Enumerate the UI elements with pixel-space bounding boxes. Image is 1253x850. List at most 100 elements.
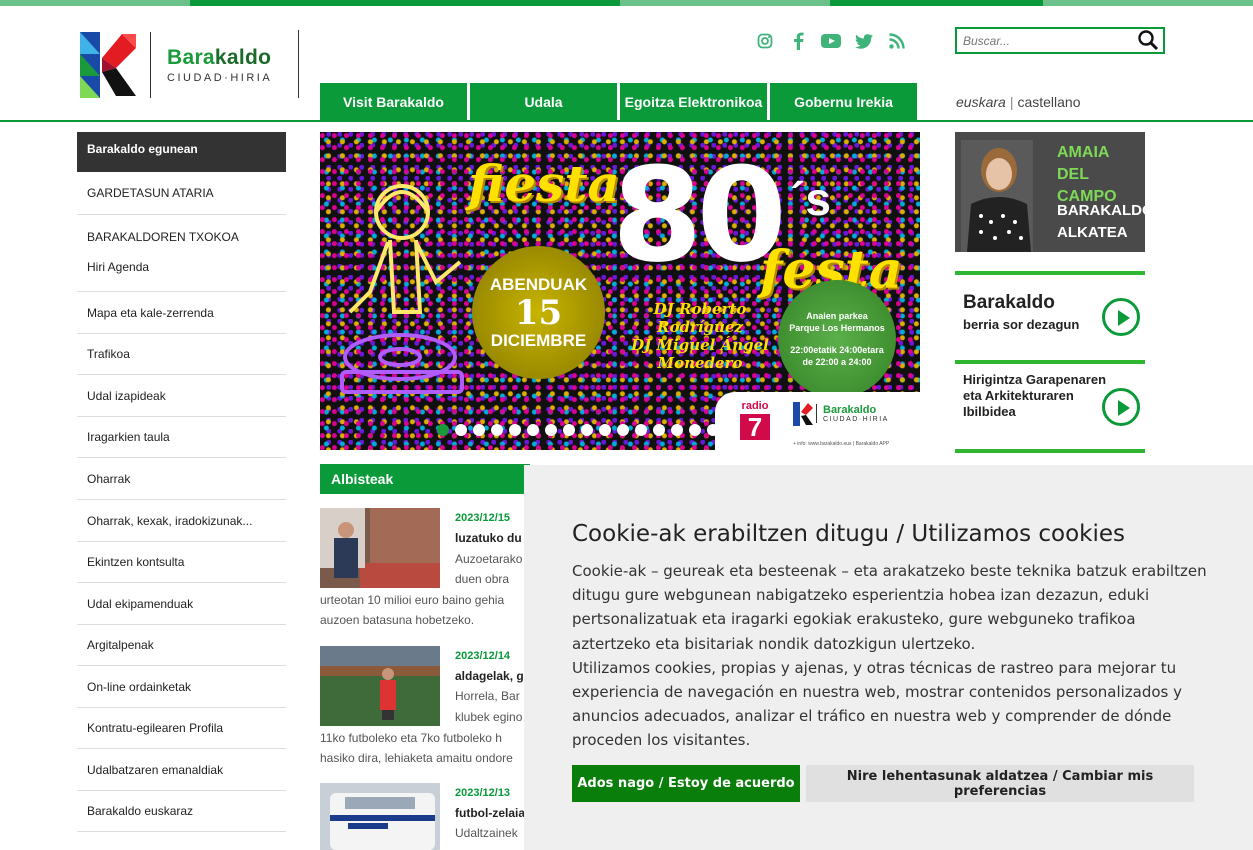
news-title[interactable]: futbol-zelaia [455,806,525,820]
facebook-icon[interactable] [781,30,814,52]
search-input[interactable] [957,29,1137,52]
top-color-stripe [0,0,1253,10]
sidebar-item-active[interactable]: Barakaldo egunean [77,132,286,172]
banner-title-s: ´s [790,173,831,225]
news-thumbnail[interactable] [320,646,440,726]
cookie-text-es: Utilizamos cookies, propias y ajenas, y … [572,658,1183,750]
nav-egoitza-elektronikoa[interactable]: Egoitza Elektronikoa [620,83,767,120]
sidebar-item-argitalpenak[interactable]: Argitalpenak [77,625,286,666]
news-excerpt: Auzoetarako [455,552,523,566]
news-excerpt: 11ko futboleko eta 7ko futboleko h [320,731,502,745]
event-banner-slider[interactable]: fiesta 80 ´s festa ABENDUAK 15 DICIEMBRE… [320,132,920,450]
slider-dot[interactable] [707,424,719,436]
slider-dot[interactable] [653,424,665,436]
news-excerpt: klubek egino [455,710,523,724]
change-preferences-button[interactable]: Nire lehentasunak aldatzea / Cambiar mis… [806,765,1194,802]
rss-icon[interactable] [880,30,913,52]
site-logo[interactable]: Barakaldo CIUDAD·HIRIA [78,30,303,100]
sidebar-item-kontratu-egilearen-profila[interactable]: Kontratu-egilearen Profila [77,708,286,749]
slider-dot[interactable] [509,424,521,436]
sidebar-item-gardetasun-ataria[interactable]: GARDETASUN ATARIA [77,172,286,215]
sidebar-item-trafikoa[interactable]: Trafikoa [77,334,286,375]
cookie-text-eu: Cookie-ak – geureak eta besteenak – eta … [572,562,1207,653]
sidebar-item-online-ordainketak[interactable]: On-line ordainketak [77,666,286,708]
nav-gobernu-irekia[interactable]: Gobernu Irekia [770,83,917,120]
news-excerpt: urteotan 10 milioi euro baino gehia [320,593,505,607]
sidebar-menu: Barakaldo egunean GARDETASUN ATARIA BARA… [77,132,286,832]
logo-name: Barakaldo [167,46,272,69]
cookie-title: Cookie-ak erabiltzen ditugu / Utilizamos… [572,521,1126,547]
banner-barakaldo-logo: Barakaldo CIUDAD·HIRIA [816,404,889,423]
lang-castellano[interactable]: castellano [1017,94,1080,110]
slider-dot[interactable] [545,424,557,436]
news-excerpt: hasiko dira, lehiaketa amaitu ondore [320,751,513,765]
slider-dot[interactable] [455,424,467,436]
instagram-icon[interactable] [748,30,781,52]
slider-dot[interactable] [563,424,575,436]
slider-dot[interactable] [473,424,485,436]
language-switcher: euskara | castellano [956,94,1081,110]
nav-visit-barakaldo[interactable]: Visit Barakaldo [320,83,467,120]
slider-dots [437,424,719,436]
slider-dot[interactable] [491,424,503,436]
promo-barakaldo-berria[interactable]: Barakaldo berria sor dezagun [955,271,1145,361]
sidebar-item-ekintzen-kontsulta[interactable]: Ekintzen kontsulta [77,542,286,583]
promo-hirigintza[interactable]: Hirigintza Garapenaren eta Arkitekturare… [955,360,1145,450]
slider-dot[interactable] [599,424,611,436]
mayor-photo [961,140,1033,252]
sidebar-item-barakaldo-euskaraz[interactable]: Barakaldo euskaraz [77,791,286,832]
sidebar-item-hiri-agenda[interactable]: Hiri Agenda [77,258,286,292]
news-excerpt: Udaltzainek [455,826,518,840]
news-title[interactable]: luzatuko du [455,531,522,545]
slider-dot[interactable] [617,424,629,436]
search-icon[interactable] [1137,29,1161,53]
barakaldo-k-icon [793,402,813,426]
main-navigation: Visit Barakaldo Udala Egoitza Elektronik… [320,83,917,120]
slider-dot[interactable] [527,424,539,436]
mayor-role: BARAKALDOKO ALKATEA [1057,202,1145,241]
banner-info-text: + info: www.barakaldo.eus | Barakaldo AP… [793,441,890,447]
nav-udala[interactable]: Udala [470,83,617,120]
youtube-icon[interactable] [814,30,847,52]
news-date: 2023/12/13 [455,787,511,799]
slider-dot[interactable] [671,424,683,436]
slider-dot[interactable] [437,424,449,436]
slider-dot[interactable] [635,424,647,436]
twitter-icon[interactable] [847,30,880,52]
sidebar-item-udal-izapideak[interactable]: Udal izapideak [77,375,286,417]
neon-dj-icon [340,184,464,394]
news-excerpt: duen obra [455,572,510,586]
slider-dot[interactable] [581,424,593,436]
news-thumbnail[interactable] [320,508,440,588]
banner-title-80: 80 [612,139,787,291]
logo-divider [150,32,151,98]
sidebar-item-oharrak-kexak[interactable]: Oharrak, kexak, iradokizunak... [77,500,286,542]
mayor-name: AMAIA DEL CAMPO [1057,144,1117,205]
play-icon[interactable] [1102,298,1140,336]
sidebar-item-udal-ekipamenduak[interactable]: Udal ekipamenduak [77,583,286,625]
accept-cookies-button[interactable]: Ados nago / Estoy de acuerdo [572,765,800,802]
lang-separator: | [1009,94,1014,110]
promo-text: Hirigintza Garapenaren eta Arkitekturare… [963,372,1107,419]
mayor-banner[interactable]: AMAIA DEL CAMPO BARAKALDOKO ALKATEA [955,132,1145,252]
search-box [955,27,1165,54]
news-date: 2023/12/15 [455,512,511,524]
banner-djs: DJ Roberto Rodríguez DJ Miguel Ángel Mon… [631,300,769,372]
news-date: 2023/12/14 [455,650,511,662]
cookie-consent-panel: Cookie-ak erabiltzen ditugu / Utilizamos… [524,465,1253,850]
play-icon[interactable] [1102,388,1140,426]
news-thumbnail[interactable] [320,783,440,850]
promo-title: Barakaldo [963,292,1055,313]
sidebar-item-oharrak[interactable]: Oharrak [77,458,286,500]
sidebar-item-iragarkien-taula[interactable]: Iragarkien taula [77,417,286,458]
banner-sponsor-logos: radio 7 Barakaldo CIUDAD·HIRIA + info: w… [715,392,920,450]
sidebar-item-barakaldoren-txokoa[interactable]: BARAKALDOREN TXOKOA [77,215,286,258]
lang-euskara[interactable]: euskara [956,94,1006,110]
slider-dot[interactable] [689,424,701,436]
promo-subtitle: berria sor dezagun [963,317,1080,332]
sidebar-item-mapa[interactable]: Mapa eta kale-zerrenda [77,292,286,334]
cookie-text: Cookie-ak – geureak eta besteenak – eta … [572,559,1212,753]
sidebar-item-udalbatzaren-emanaldiak[interactable]: Udalbatzaren emanaldiak [77,749,286,791]
news-title[interactable]: aldagelak, g [455,669,524,683]
site-header: Barakaldo CIUDAD·HIRIA Visit Barakaldo U… [0,10,1253,122]
